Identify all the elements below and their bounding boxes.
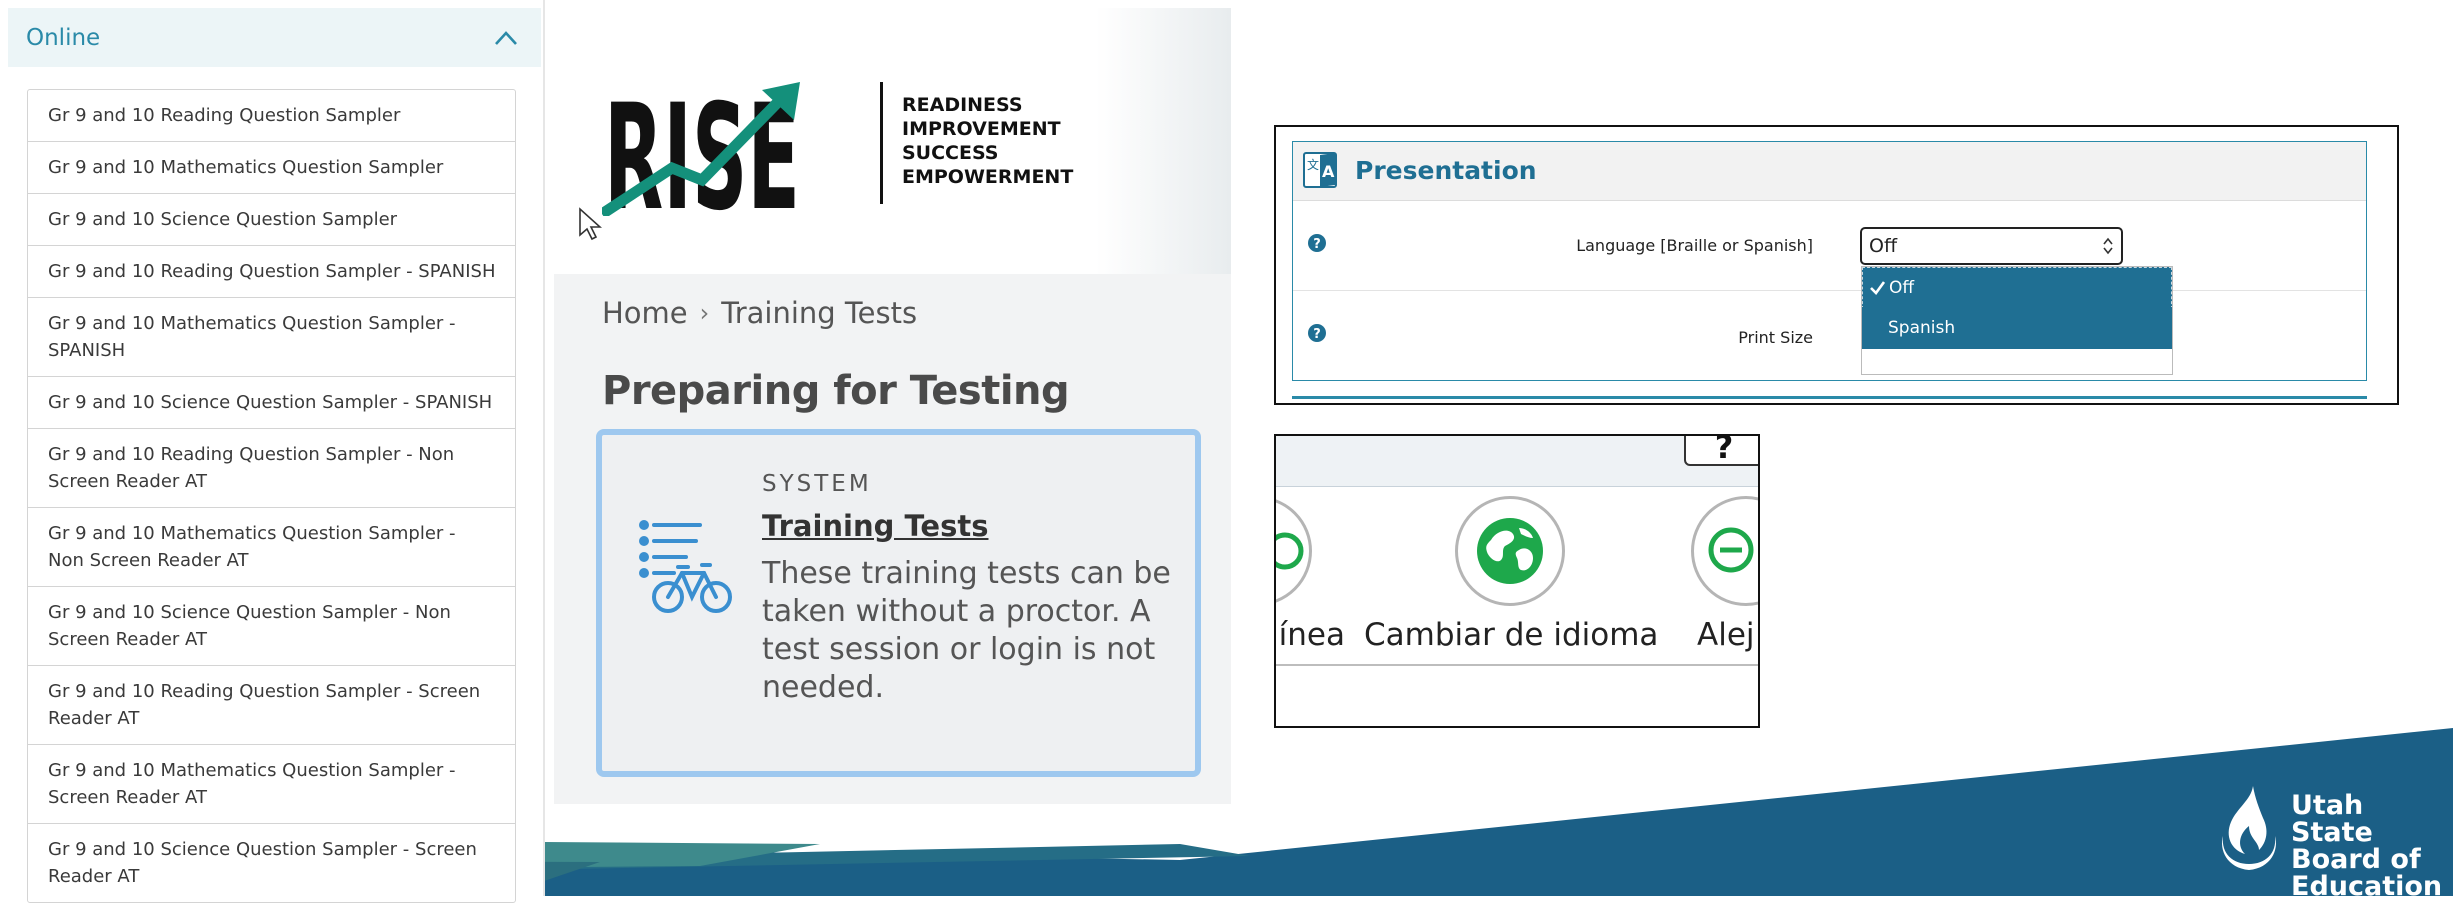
row-divider bbox=[1293, 290, 2366, 291]
breadcrumb-separator: › bbox=[699, 299, 710, 327]
zoom-out-button[interactable] bbox=[1691, 496, 1758, 606]
sampler-link[interactable]: Gr 9 and 10 Reading Question Sampler bbox=[28, 90, 515, 142]
question-circle-icon[interactable]: ? bbox=[1307, 323, 1327, 343]
card-description: These training tests can be taken withou… bbox=[762, 556, 1171, 705]
presentation-section: A 文 Presentation ? Language [Braille or … bbox=[1292, 141, 2367, 381]
sampler-link[interactable]: Gr 9 and 10 Reading Question Sampler - S… bbox=[28, 666, 515, 745]
tools-topbar: ? bbox=[1276, 436, 1758, 487]
usbe-wordmark: Utah State Board of Education bbox=[2291, 792, 2445, 900]
breadcrumb-current: Training Tests bbox=[721, 296, 918, 330]
svg-text:文: 文 bbox=[1307, 157, 1319, 172]
check-icon bbox=[1870, 281, 1885, 295]
language-select[interactable]: Off bbox=[1860, 227, 2123, 265]
chevron-up-icon[interactable] bbox=[493, 29, 519, 47]
sampler-link[interactable]: Gr 9 and 10 Mathematics Question Sampler… bbox=[28, 508, 515, 587]
language-option-off[interactable]: Off bbox=[1862, 267, 2172, 309]
sampler-link[interactable]: Gr 9 and 10 Mathematics Question Sampler… bbox=[28, 745, 515, 824]
language-select-value: Off bbox=[1869, 235, 1898, 257]
svg-text:?: ? bbox=[1313, 237, 1321, 252]
rise-tagline: READINESS IMPROVEMENT SUCCESS EMPOWERMEN… bbox=[902, 93, 1073, 189]
tagline-line: SUCCESS bbox=[902, 142, 999, 164]
accordion-title: Online bbox=[26, 24, 101, 51]
zoom-out-icon bbox=[1708, 527, 1754, 573]
usbe-line: Board of bbox=[2291, 844, 2421, 875]
tagline-line: READINESS bbox=[902, 94, 1023, 116]
question-circle-icon[interactable]: ? bbox=[1307, 233, 1327, 253]
spanish-tools-toolbar: ? línea Cambiar de idioma Alej bbox=[1274, 434, 1760, 728]
globe-icon bbox=[1477, 518, 1543, 584]
tool-label: Alej bbox=[1697, 617, 1755, 653]
breadcrumb: Home › Training Tests bbox=[602, 296, 917, 330]
rise-logo: RISE bbox=[602, 76, 800, 216]
training-bicycle-list-icon bbox=[639, 520, 732, 613]
tagline-line: EMPOWERMENT bbox=[902, 166, 1074, 188]
sampler-link[interactable]: Gr 9 and 10 Reading Question Sampler - S… bbox=[28, 246, 515, 298]
mouse-cursor-icon bbox=[579, 207, 602, 241]
language-option-spanish[interactable]: Spanish bbox=[1862, 307, 2172, 349]
card-category: SYSTEM bbox=[762, 471, 872, 497]
sampler-link[interactable]: Gr 9 and 10 Science Question Sampler - S… bbox=[28, 377, 515, 429]
language-dropdown-list: Off Spanish bbox=[1861, 266, 2173, 375]
help-button[interactable]: ? bbox=[1684, 436, 1758, 466]
breadcrumb-home-link[interactable]: Home bbox=[602, 296, 688, 330]
page-title: Preparing for Testing bbox=[602, 368, 1070, 414]
presentation-title: Presentation bbox=[1355, 156, 1537, 185]
tool-label: línea bbox=[1274, 617, 1345, 653]
language-book-icon: A 文 bbox=[1303, 152, 1337, 188]
presentation-header: A 文 Presentation bbox=[1293, 142, 2366, 201]
option-label: Spanish bbox=[1888, 318, 1956, 338]
print-size-label: Print Size bbox=[1738, 328, 1813, 347]
sampler-link[interactable]: Gr 9 and 10 Science Question Sampler - S… bbox=[28, 824, 515, 902]
accordion-header-online[interactable]: Online bbox=[8, 8, 541, 67]
flame-icon bbox=[2222, 786, 2276, 870]
sampler-link[interactable]: Gr 9 and 10 Science Question Sampler bbox=[28, 194, 515, 246]
training-tests-link[interactable]: Training Tests bbox=[762, 509, 988, 543]
rise-training-page: RISE READINESS IMPROVEMENT SUCCESS EMPOW… bbox=[554, 8, 1231, 804]
svg-text:?: ? bbox=[1313, 327, 1321, 342]
partial-tool-button[interactable] bbox=[1276, 496, 1312, 606]
sampler-panel: Online Gr 9 and 10 Reading Question Samp… bbox=[0, 0, 543, 903]
sampler-link[interactable]: Gr 9 and 10 Reading Question Sampler - N… bbox=[28, 429, 515, 508]
training-tests-card[interactable]: SYSTEM Training Tests These training tes… bbox=[596, 429, 1201, 777]
sampler-link[interactable]: Gr 9 and 10 Science Question Sampler - N… bbox=[28, 587, 515, 666]
presentation-settings-panel: A 文 Presentation ? Language [Braille or … bbox=[1274, 125, 2399, 405]
tagline-line: IMPROVEMENT bbox=[902, 118, 1061, 140]
language-label: Language [Braille or Spanish] bbox=[1576, 236, 1813, 255]
sampler-link[interactable]: Gr 9 and 10 Mathematics Question Sampler… bbox=[28, 298, 515, 377]
usbe-logo: Utah State Board of Education bbox=[2215, 780, 2445, 900]
usbe-line: Utah State bbox=[2291, 790, 2373, 848]
option-label: Off bbox=[1889, 278, 1915, 298]
change-language-label[interactable]: Cambiar de idioma bbox=[1364, 617, 1658, 653]
logo-divider bbox=[880, 82, 883, 204]
tools-divider bbox=[1276, 664, 1758, 666]
svg-text:A: A bbox=[1322, 162, 1335, 181]
change-language-button[interactable] bbox=[1455, 496, 1565, 606]
sampler-list: Gr 9 and 10 Reading Question Sampler Gr … bbox=[27, 89, 516, 903]
sampler-link[interactable]: Gr 9 and 10 Mathematics Question Sampler bbox=[28, 142, 515, 194]
select-arrows-icon bbox=[2103, 237, 2113, 255]
rise-header: RISE READINESS IMPROVEMENT SUCCESS EMPOW… bbox=[554, 8, 1231, 274]
section-bottom-border bbox=[1292, 396, 2367, 399]
partial-tool-icon bbox=[1276, 532, 1304, 570]
